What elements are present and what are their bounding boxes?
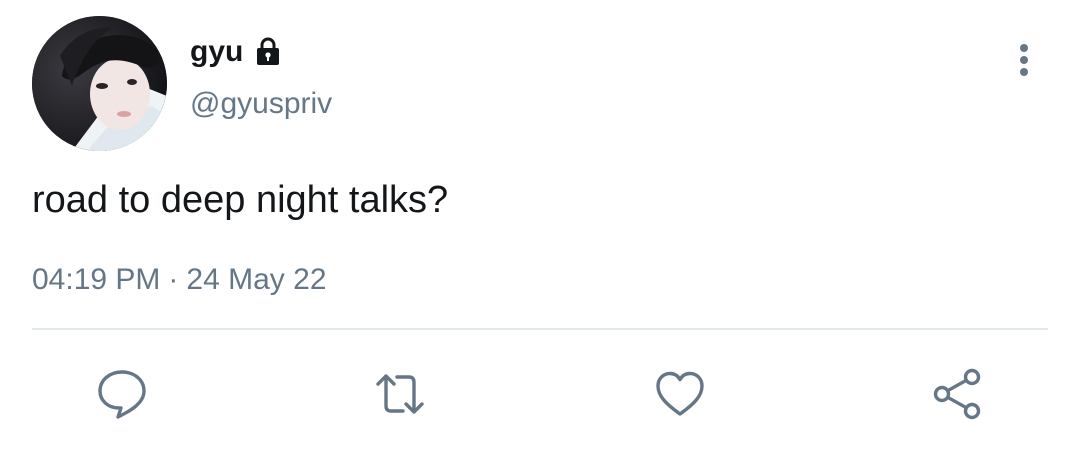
share-button[interactable]: [930, 366, 986, 422]
reply-button[interactable]: [94, 366, 150, 422]
reply-icon: [98, 370, 146, 419]
lock-icon: [251, 35, 285, 69]
meta-separator: ·: [168, 263, 179, 296]
heart-icon: [656, 371, 704, 416]
tweet-timestamp[interactable]: 04:19 PM · 24 May 22: [32, 262, 327, 298]
retweet-button[interactable]: [372, 366, 428, 422]
author-handle[interactable]: @gyuspriv: [190, 86, 332, 122]
retweet-icon: [376, 374, 424, 414]
tweet-time: 04:19 PM: [32, 263, 161, 296]
display-name[interactable]: gyu: [190, 34, 243, 70]
avatar[interactable]: [32, 16, 167, 151]
tweet-text: road to deep night talks?: [32, 179, 449, 221]
more-vertical-icon[interactable]: [1008, 40, 1040, 80]
author-name-row: gyu: [190, 34, 285, 70]
tweet-date: 24 May 22: [186, 263, 327, 296]
divider: [32, 328, 1048, 330]
like-button[interactable]: [652, 366, 708, 422]
tweet-card: gyu @gyuspriv road to deep night talks? …: [0, 0, 1080, 453]
share-icon: [933, 368, 981, 420]
